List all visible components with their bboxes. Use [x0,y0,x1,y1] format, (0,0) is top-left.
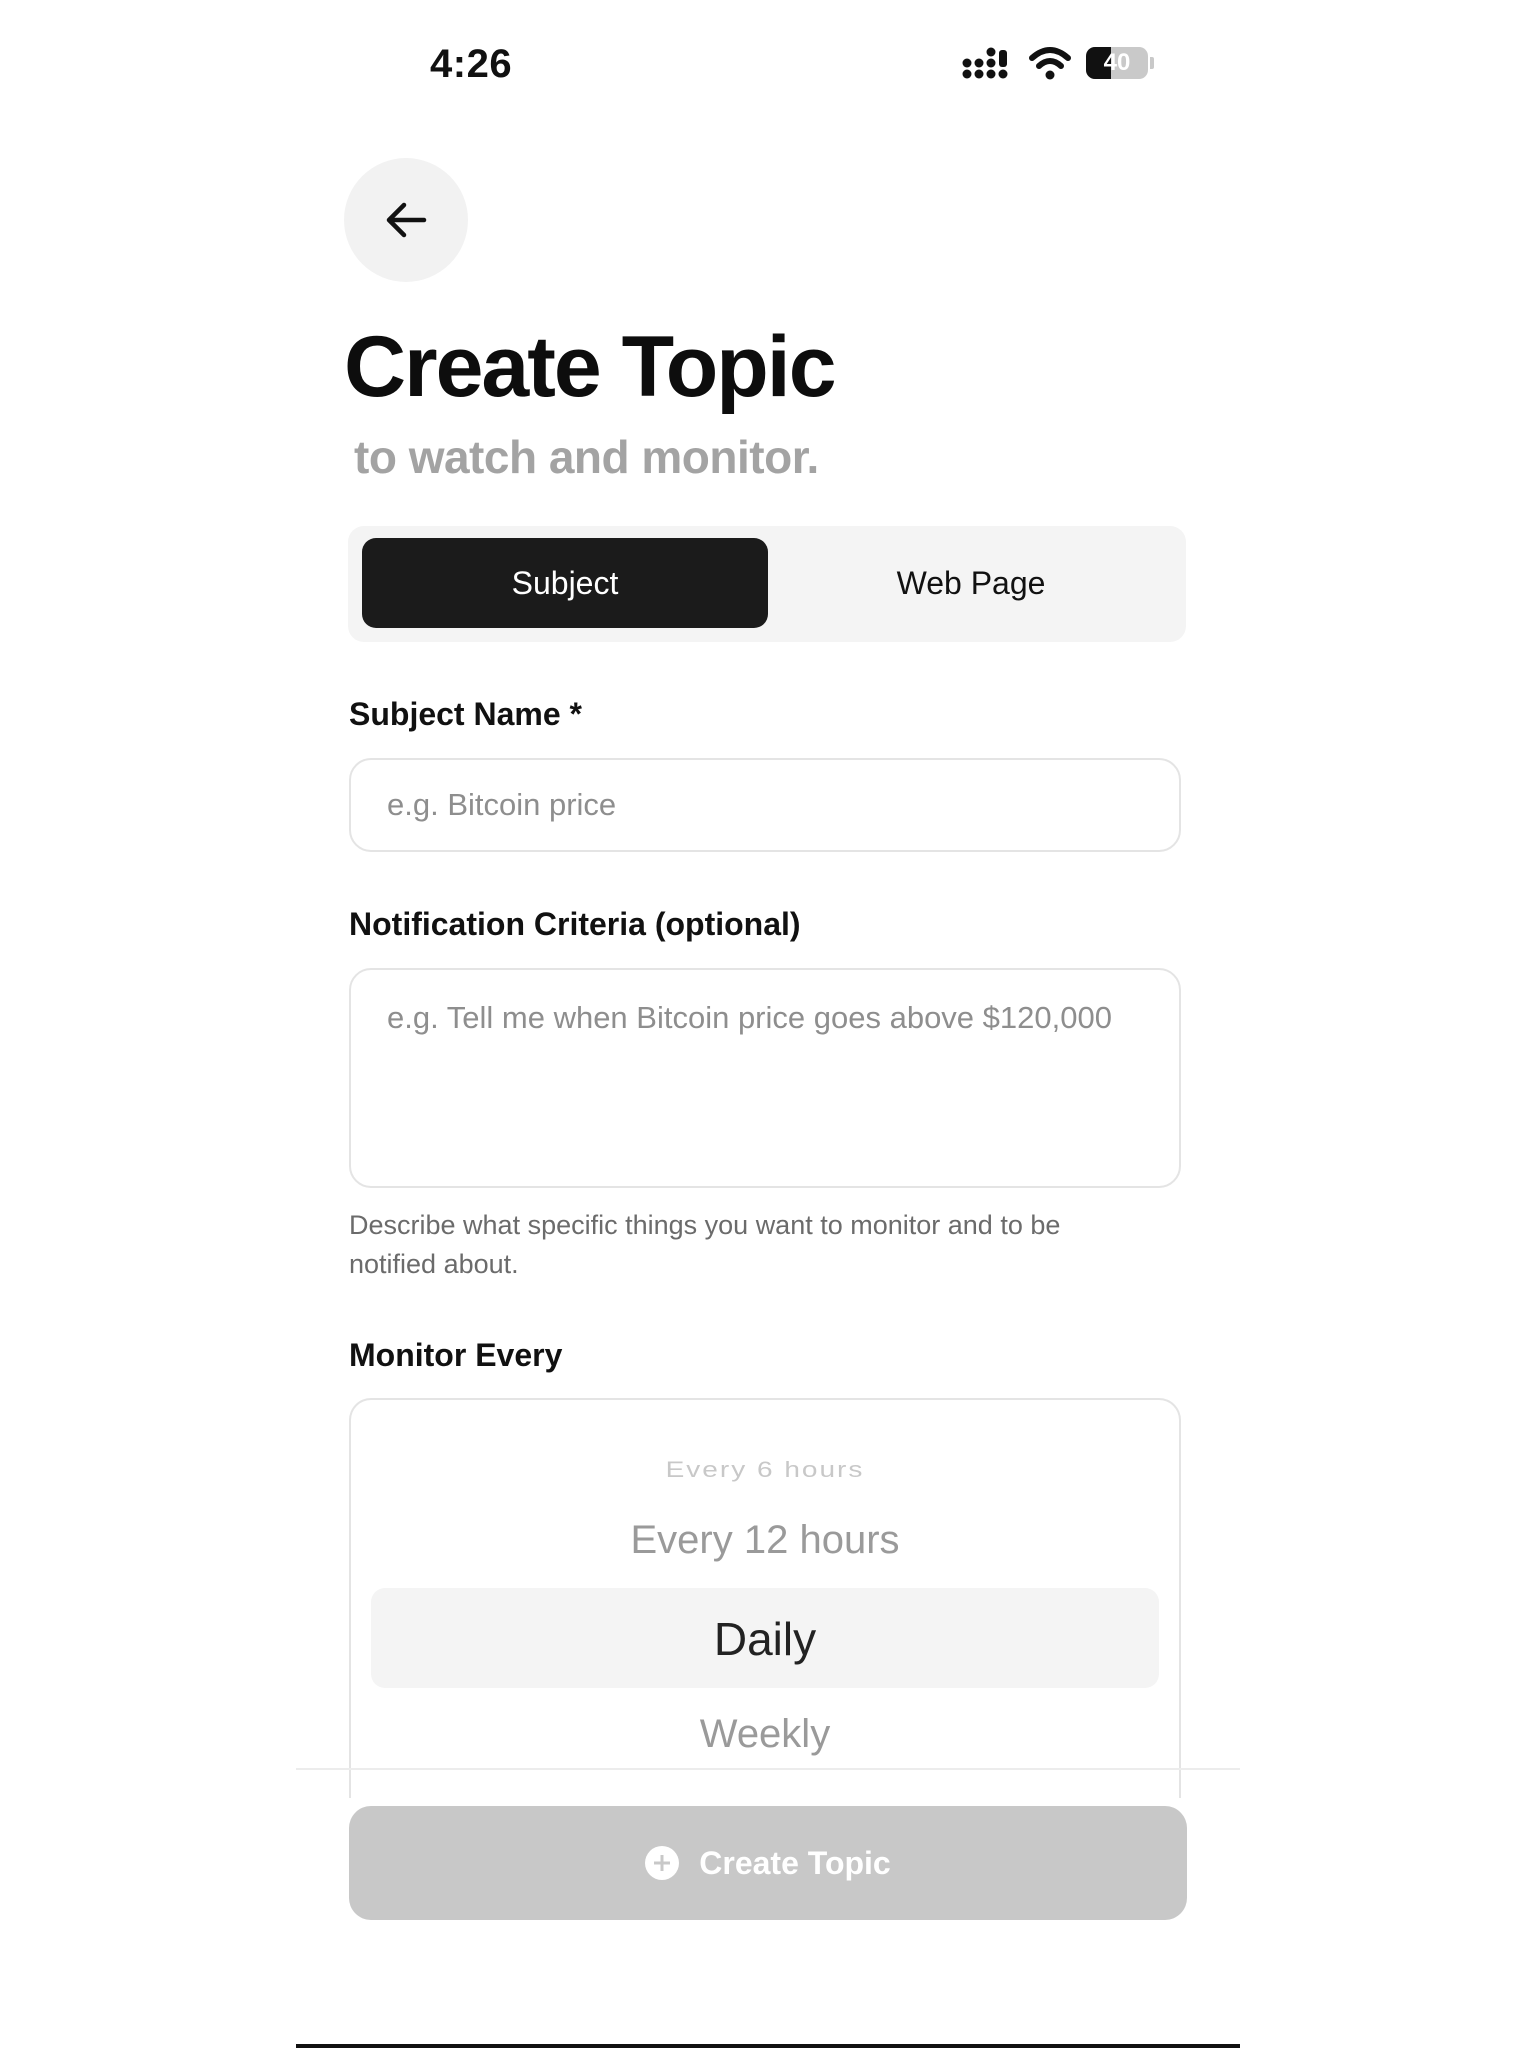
plus-circle-icon [645,1846,680,1880]
footer-divider [296,1768,1240,1770]
monitor-frequency-picker[interactable]: Every 6 hours Every 12 hours Daily Weekl… [349,1398,1181,1798]
battery-percent: 40 [1103,49,1131,76]
page-subtitle: to watch and monitor. [354,431,819,483]
notification-criteria-input[interactable] [349,968,1181,1188]
battery-tip [1150,57,1154,69]
picker-option-daily[interactable]: Daily [351,1612,1179,1666]
arrow-left-icon [386,202,427,238]
create-topic-button[interactable]: Create Topic [349,1806,1187,1920]
status-icons: 40 [962,46,1154,80]
picker-option-weekly[interactable]: Weekly [351,1712,1179,1757]
picker-option-every-6-hours[interactable]: Every 6 hours [351,1458,1179,1483]
criteria-helper-text: Describe what specific things you want t… [349,1210,1061,1279]
notification-criteria-label: Notification Criteria (optional) [349,906,801,942]
topic-type-segmented-control: Subject Web Page [348,526,1186,642]
battery-icon: 40 [1086,47,1148,79]
picker-option-every-12-hours[interactable]: Every 12 hours [351,1518,1179,1563]
create-topic-button-label: Create Topic [699,1844,891,1881]
status-time: 4:26 [430,42,513,86]
segment-web-page[interactable]: Web Page [768,538,1174,628]
create-topic-screen: 4:26 40 Create Topic to watch and monito… [296,0,1240,2048]
device-bottom-edge [296,2044,1240,2048]
cellular-signal-icon [962,47,1008,79]
back-button[interactable] [344,158,468,282]
segment-subject[interactable]: Subject [362,538,768,628]
subject-name-input[interactable] [349,758,1181,852]
monitor-every-label: Monitor Every [349,1337,563,1373]
page-title: Create Topic [344,319,837,415]
wifi-icon [1029,47,1071,80]
subject-name-label: Subject Name * [349,696,582,732]
